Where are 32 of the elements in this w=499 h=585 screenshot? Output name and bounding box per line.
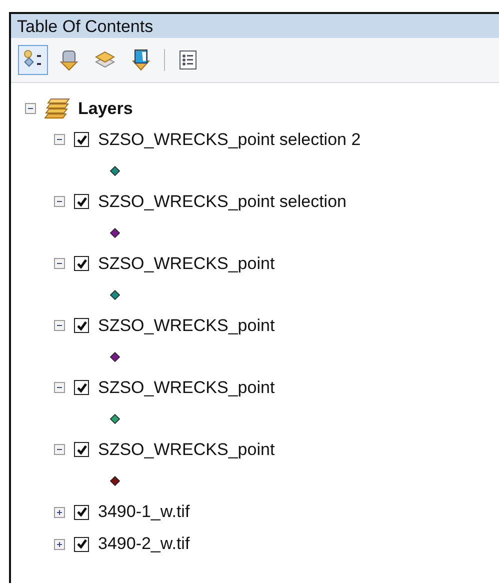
collapse-toggle[interactable]	[54, 196, 65, 207]
collapse-toggle[interactable]	[54, 382, 65, 393]
checkbox[interactable]	[74, 536, 89, 552]
list-by-drawing-order-button[interactable]	[18, 45, 48, 75]
checkbox[interactable]	[74, 442, 89, 457]
checkbox[interactable]	[74, 256, 89, 271]
checkbox[interactable]	[74, 194, 89, 209]
collapse-toggle[interactable]	[54, 134, 65, 145]
database-icon	[58, 49, 80, 71]
collapse-toggle[interactable]	[54, 444, 65, 455]
expand-toggle[interactable]	[54, 538, 65, 550]
layer-label[interactable]: SZSO_WRECKS_point	[98, 378, 275, 398]
window-title: Table Of Contents	[11, 14, 499, 38]
selection-layer-icon	[130, 49, 152, 71]
collapse-toggle[interactable]	[25, 103, 36, 114]
layers-icon	[44, 98, 70, 120]
layer-label[interactable]: SZSO_WRECKS_point	[98, 440, 275, 460]
layer-group-label[interactable]: Layers	[78, 98, 133, 118]
checkbox[interactable]	[74, 132, 89, 147]
checkbox[interactable]	[74, 318, 89, 333]
collapse-toggle[interactable]	[54, 320, 65, 331]
options-icon	[177, 49, 199, 71]
expand-toggle[interactable]	[54, 506, 65, 518]
layer-label[interactable]: SZSO_WRECKS_point selection 2	[98, 130, 361, 150]
layer-label[interactable]: 3490-2_w.tif	[98, 534, 190, 554]
checkbox[interactable]	[74, 504, 89, 520]
layer-label[interactable]: 3490-1_w.tif	[98, 502, 190, 522]
layer-label[interactable]: SZSO_WRECKS_point	[98, 254, 275, 274]
layer-label[interactable]: SZSO_WRECKS_point	[98, 316, 275, 336]
collapse-toggle[interactable]	[54, 258, 65, 269]
layer-label[interactable]: SZSO_WRECKS_point selection	[98, 192, 346, 212]
checkbox[interactable]	[74, 380, 89, 395]
